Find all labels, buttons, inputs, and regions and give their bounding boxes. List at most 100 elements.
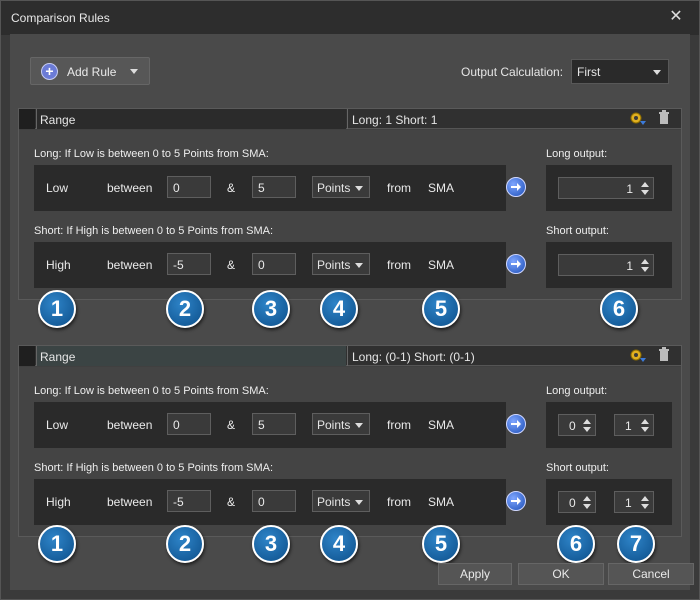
short-output-label: Short output: <box>546 462 609 474</box>
chevron-up-icon[interactable] <box>641 419 649 424</box>
rule-name-cell[interactable]: Range <box>36 109 346 129</box>
indicator-label: SMA <box>428 418 455 432</box>
indicator-label: SMA <box>428 258 455 272</box>
ok-button[interactable]: OK <box>518 563 604 585</box>
short-output-spinner[interactable]: 1 <box>558 254 654 276</box>
chevron-up-icon[interactable] <box>641 182 649 187</box>
chevron-down-icon <box>355 500 363 505</box>
rule-summary-cell: Long: 1 Short: 1 <box>347 109 621 129</box>
callout-badge: 1 <box>38 290 76 328</box>
short-condition-row: High between -5 & 0 Points from SMA <box>34 242 506 288</box>
callout-badge: 4 <box>320 290 358 328</box>
field-label: High <box>46 495 71 509</box>
long-output-max-spinner[interactable]: 1 <box>614 414 654 436</box>
indicator-label: SMA <box>428 495 455 509</box>
short-output-min-spinner[interactable]: 0 <box>558 491 596 513</box>
operator-label: between <box>107 258 153 272</box>
rule-name: Range <box>40 350 76 364</box>
chevron-up-icon[interactable] <box>583 419 591 424</box>
rule-header[interactable]: Range Long: (0-1) Short: (0-1) <box>19 346 681 366</box>
trash-icon[interactable] <box>657 110 677 128</box>
and-label: & <box>227 495 236 509</box>
chevron-up-icon[interactable] <box>641 496 649 501</box>
long-output-box: 0 1 <box>546 402 672 448</box>
from-label: from <box>387 418 411 432</box>
chevron-down-icon[interactable] <box>583 504 591 509</box>
from-label: from <box>387 258 411 272</box>
arrow-right-circle-icon[interactable] <box>506 254 526 274</box>
rule-summary-cell: Long: (0-1) Short: (0-1) <box>347 346 621 366</box>
callout-badge: 1 <box>38 525 76 563</box>
range-to-input[interactable]: 5 <box>252 176 296 198</box>
close-icon[interactable]: ✕ <box>667 8 685 26</box>
unit-value: Points <box>317 495 351 509</box>
chevron-down-icon <box>355 423 363 428</box>
title-bar: Comparison Rules ✕ <box>1 1 699 35</box>
range-from-input[interactable]: -5 <box>167 253 211 275</box>
callout-badge: 2 <box>166 525 204 563</box>
short-output-label: Short output: <box>546 225 609 237</box>
long-output-label: Long output: <box>546 385 608 397</box>
chevron-down-icon <box>130 69 138 74</box>
gear-arrow-icon[interactable] <box>629 110 649 128</box>
indicator-label: SMA <box>428 181 455 195</box>
operator-label: between <box>107 418 153 432</box>
chevron-down-icon <box>653 70 661 75</box>
range-to-input[interactable]: 0 <box>252 490 296 512</box>
chevron-down-icon[interactable] <box>641 267 649 272</box>
long-output-spinner[interactable]: 1 <box>558 177 654 199</box>
callout-badge: 3 <box>252 290 290 328</box>
and-label: & <box>227 418 236 432</box>
unit-value: Points <box>317 258 351 272</box>
apply-button[interactable]: Apply <box>438 563 512 585</box>
spinner-value: 0 <box>569 496 576 510</box>
rule-summary: Long: 1 Short: 1 <box>352 113 438 127</box>
arrow-right-circle-icon[interactable] <box>506 491 526 511</box>
cancel-button[interactable]: Cancel <box>608 563 694 585</box>
arrow-right-circle-icon[interactable] <box>506 414 526 434</box>
range-to-input[interactable]: 0 <box>252 253 296 275</box>
and-label: & <box>227 258 236 272</box>
arrow-right-circle-icon[interactable] <box>506 177 526 197</box>
chevron-down-icon <box>355 263 363 268</box>
gear-arrow-icon[interactable] <box>629 347 649 365</box>
chevron-down-icon[interactable] <box>641 427 649 432</box>
spinner-value: 1 <box>625 419 632 433</box>
short-output-max-spinner[interactable]: 1 <box>614 491 654 513</box>
field-label: Low <box>46 418 69 432</box>
operator-label: between <box>107 181 153 195</box>
range-from-input[interactable]: 0 <box>167 413 211 435</box>
rule-panel-2: Range Long: (0-1) Short: (0-1) Long: If … <box>18 345 682 537</box>
short-condition-row: High between -5 & 0 Points from SMA <box>34 479 506 525</box>
chevron-down-icon[interactable] <box>641 190 649 195</box>
add-rule-button[interactable]: + Add Rule <box>30 57 150 85</box>
callout-badge: 5 <box>422 290 460 328</box>
unit-value: Points <box>317 181 351 195</box>
unit-value: Points <box>317 418 351 432</box>
long-output-min-spinner[interactable]: 0 <box>558 414 596 436</box>
range-from-input[interactable]: 0 <box>167 176 211 198</box>
rule-body: Long: If Low is between 0 to 5 Points fr… <box>19 130 681 299</box>
unit-select[interactable]: Points <box>312 253 370 275</box>
rule-header[interactable]: Range Long: 1 Short: 1 <box>19 109 681 129</box>
range-from-input[interactable]: -5 <box>167 490 211 512</box>
field-label: High <box>46 258 71 272</box>
rule-name-cell[interactable]: Range <box>36 346 346 366</box>
unit-select[interactable]: Points <box>312 490 370 512</box>
output-calculation-select[interactable]: First <box>571 59 669 84</box>
trash-icon[interactable] <box>657 347 677 365</box>
chevron-down-icon[interactable] <box>641 504 649 509</box>
range-to-input[interactable]: 5 <box>252 413 296 435</box>
chevron-up-icon[interactable] <box>641 259 649 264</box>
long-condition-label: Long: If Low is between 0 to 5 Points fr… <box>34 148 269 160</box>
unit-select[interactable]: Points <box>312 176 370 198</box>
spinner-value: 1 <box>626 259 633 273</box>
rule-summary: Long: (0-1) Short: (0-1) <box>352 350 475 364</box>
operator-label: between <box>107 495 153 509</box>
unit-select[interactable]: Points <box>312 413 370 435</box>
chevron-down-icon <box>355 186 363 191</box>
spinner-value: 1 <box>625 496 632 510</box>
callout-badge: 7 <box>617 525 655 563</box>
chevron-down-icon[interactable] <box>583 427 591 432</box>
chevron-up-icon[interactable] <box>583 496 591 501</box>
